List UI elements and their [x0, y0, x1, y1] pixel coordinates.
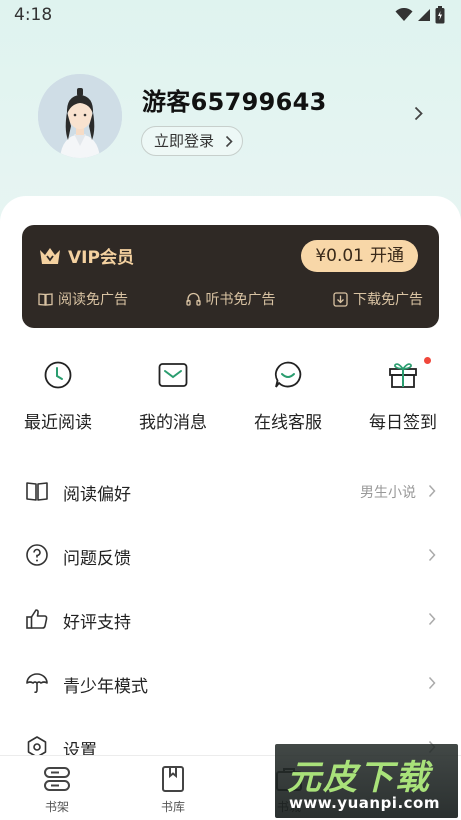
quick-recent-reading[interactable]: 最近阅读 [8, 358, 108, 433]
vip-perk: 听书免广告 [185, 289, 276, 309]
status-time: 4:18 [14, 5, 53, 25]
chevron-right-icon [428, 612, 436, 626]
watermark-logo: 元皮下载 [287, 758, 431, 798]
book-icon [38, 293, 53, 306]
menu-label: 阅读偏好 [63, 485, 131, 505]
chevron-right-icon[interactable] [414, 106, 423, 121]
vip-card[interactable]: VIP会员 ¥0.01 开通 阅读免广告 听书免广告 下载免广告 [22, 225, 439, 328]
vip-perk: 阅读免广告 [38, 289, 128, 309]
headphones-icon [185, 292, 201, 306]
clock-icon [44, 361, 72, 389]
avatar-illustration [38, 74, 122, 158]
quick-label: 我的消息 [139, 413, 207, 433]
vip-price: ¥0.01 [315, 246, 364, 266]
quick-label: 在线客服 [254, 413, 322, 433]
menu-label: 青少年模式 [63, 677, 148, 697]
crown-icon [40, 247, 60, 264]
chevron-right-icon [428, 484, 436, 498]
username: 游客65799643 [142, 88, 327, 116]
status-icons [395, 6, 445, 24]
content-sheet: VIP会员 ¥0.01 开通 阅读免广告 听书免广告 下载免广告 最近阅读 我的… [0, 196, 461, 820]
download-icon [333, 291, 348, 307]
status-bar: 4:18 [0, 0, 461, 32]
vip-perk-label: 听书免广告 [205, 292, 276, 308]
question-icon [26, 544, 48, 566]
signal-icon [418, 9, 430, 21]
menu-label: 好评支持 [63, 613, 131, 633]
profile-header[interactable]: 游客65799643 立即登录 [38, 74, 461, 164]
menu-teen-mode[interactable]: 青少年模式 [0, 661, 461, 705]
chevron-right-icon [225, 135, 233, 148]
watermark: 元皮下载 www.yuanpi.com [275, 744, 458, 818]
vip-perk: 下载免广告 [333, 289, 423, 309]
login-button[interactable]: 立即登录 [141, 126, 244, 156]
menu-rate-support[interactable]: 好评支持 [0, 597, 461, 641]
battery-icon [435, 6, 445, 24]
login-button-label: 立即登录 [154, 132, 215, 150]
nav-library[interactable]: 书库 [133, 756, 213, 815]
menu-feedback[interactable]: 问题反馈 [0, 533, 461, 577]
chevron-right-icon [428, 676, 436, 690]
mail-icon [158, 363, 188, 387]
nav-bookshelf[interactable]: 书架 [17, 756, 97, 815]
vip-perk-label: 阅读免广告 [58, 292, 128, 308]
vip-perk-label: 下载免广告 [353, 292, 423, 308]
thumbs-up-icon [26, 609, 48, 629]
vip-perks: 阅读免广告 听书免广告 下载免广告 [38, 289, 423, 309]
chat-icon [274, 361, 302, 388]
gift-icon [389, 363, 417, 388]
nav-label: 书库 [160, 800, 185, 814]
nav-label: 书架 [44, 800, 69, 814]
quick-my-messages[interactable]: 我的消息 [123, 358, 223, 433]
umbrella-icon [26, 673, 48, 694]
quick-online-support[interactable]: 在线客服 [238, 358, 338, 433]
vip-open-button[interactable]: ¥0.01 开通 [301, 240, 418, 272]
quick-label: 最近阅读 [24, 413, 92, 433]
menu-value: 男生小说 [360, 485, 416, 501]
vip-title: VIP会员 [38, 243, 134, 268]
notification-badge [424, 357, 431, 364]
bookshelf-icon [44, 767, 70, 791]
menu-label: 问题反馈 [63, 549, 131, 569]
vip-open-label: 开通 [370, 246, 404, 266]
menu-reading-preference[interactable]: 阅读偏好 男生小说 [0, 469, 461, 513]
chevron-right-icon [428, 548, 436, 562]
quick-actions: 最近阅读 我的消息 在线客服 每日签到 [0, 357, 461, 438]
wifi-icon [395, 8, 413, 21]
library-icon [162, 766, 184, 792]
quick-daily-checkin[interactable]: 每日签到 [353, 357, 453, 433]
vip-title-text: VIP会员 [68, 248, 134, 268]
watermark-url: www.yuanpi.com [289, 794, 440, 812]
quick-label: 每日签到 [369, 413, 437, 433]
open-book-icon [26, 482, 48, 501]
avatar[interactable] [38, 74, 122, 158]
